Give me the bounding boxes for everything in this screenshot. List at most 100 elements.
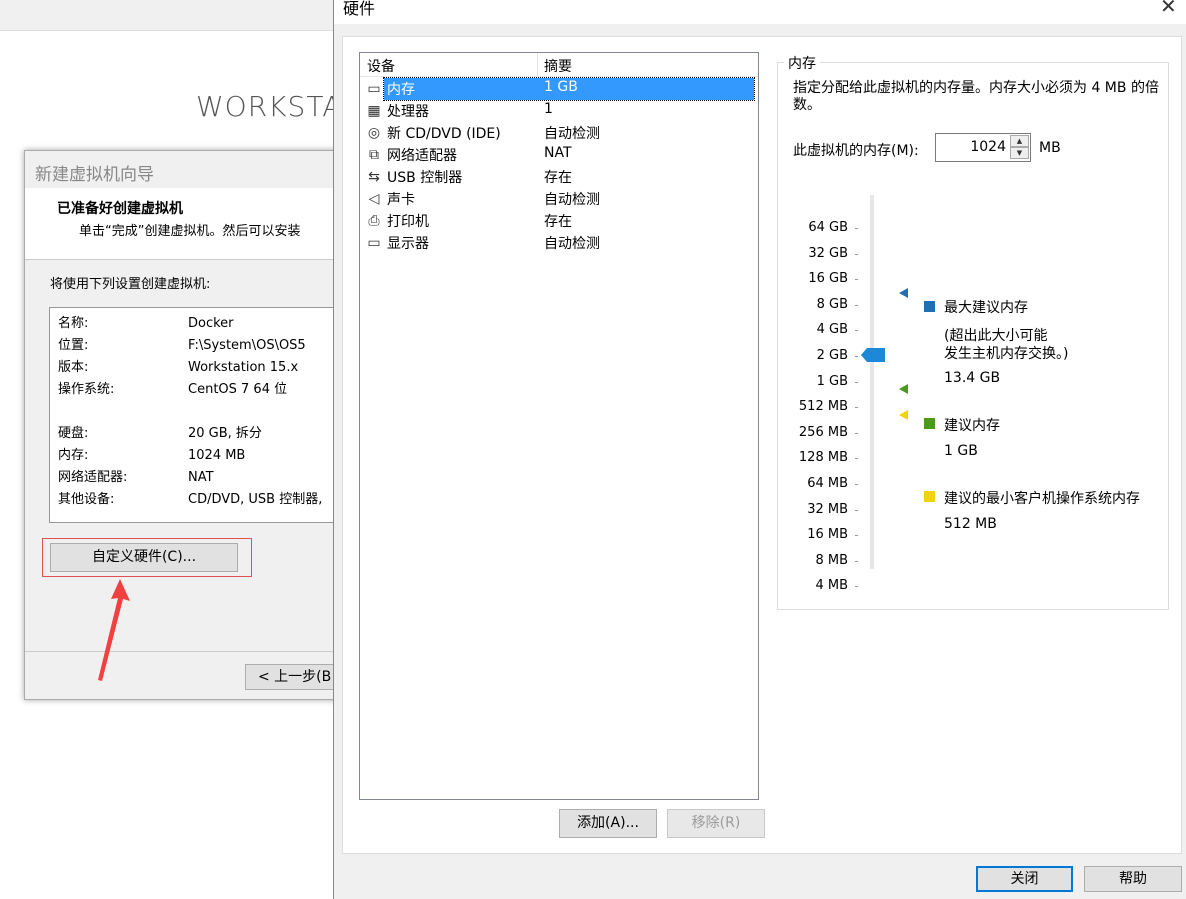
workstation-logo: WORKSTA bbox=[196, 90, 343, 123]
device-name: 声卡 bbox=[387, 192, 415, 208]
hardware-panel: 设备 摘要 ▭ 内存 1 GB ▦ 处理器 1 ◎ 新 CD/DVD (IDE)… bbox=[342, 36, 1182, 854]
device-list[interactable]: 设备 摘要 ▭ 内存 1 GB ▦ 处理器 1 ◎ 新 CD/DVD (IDE)… bbox=[359, 52, 759, 800]
memory-scale-tick bbox=[855, 535, 858, 537]
memory-value-field[interactable]: 1024 bbox=[936, 134, 1008, 161]
device-row-display[interactable]: ▭ 显示器 自动检测 bbox=[362, 232, 756, 254]
summary-row: 硬盘: 20 GB, 拆分 bbox=[58, 422, 262, 441]
device-summary: 自动检测 bbox=[544, 236, 600, 252]
summary-value: 1024 MB bbox=[188, 448, 246, 463]
max-memory-note: 发生主机内存交换。) bbox=[944, 346, 1069, 362]
dialog-title: 硬件 bbox=[343, 0, 376, 18]
summary-value: NAT bbox=[188, 470, 214, 485]
max-memory-marker bbox=[899, 288, 908, 298]
recommended-memory-legend-icon bbox=[924, 418, 935, 429]
memory-scale-tick bbox=[855, 356, 858, 357]
device-name: 内存 bbox=[387, 82, 415, 98]
memory-scale-tick bbox=[855, 279, 858, 281]
column-divider[interactable] bbox=[537, 53, 538, 77]
summary-row: 内存: 1024 MB bbox=[58, 444, 245, 463]
device-summary: 1 bbox=[544, 101, 553, 117]
usb-controller-icon: ⇆ bbox=[368, 169, 380, 185]
max-memory-legend-icon bbox=[924, 301, 935, 312]
memory-scale-tick bbox=[855, 432, 858, 434]
device-row-memory[interactable]: ▭ 内存 1 GB bbox=[362, 77, 756, 101]
memory-input-label: 此虚拟机的内存(M): bbox=[793, 143, 919, 159]
device-row-sound-card[interactable]: ◁ 声卡 自动检测 bbox=[362, 188, 756, 210]
summary-key: 内存: bbox=[58, 448, 89, 463]
summary-key: 网络适配器: bbox=[58, 470, 128, 485]
max-memory-value: 13.4 GB bbox=[944, 370, 1001, 386]
processor-icon: ▦ bbox=[367, 103, 381, 119]
memory-scale-label: 4 MB bbox=[815, 578, 848, 594]
memory-group-label: 内存 bbox=[784, 53, 820, 73]
summary-key: 位置: bbox=[58, 338, 89, 353]
memory-scale-tick bbox=[855, 304, 858, 306]
memory-scale-label: 64 GB bbox=[808, 220, 848, 235]
device-summary: 自动检测 bbox=[544, 126, 600, 142]
max-memory-note: (超出此大小可能 bbox=[944, 328, 1048, 344]
summary-row: 名称: Docker bbox=[58, 312, 234, 331]
device-summary: 存在 bbox=[544, 214, 572, 230]
device-row-processor[interactable]: ▦ 处理器 1 bbox=[362, 100, 756, 122]
summary-value: CentOS 7 64 位 bbox=[188, 382, 288, 397]
device-name: USB 控制器 bbox=[387, 170, 463, 186]
memory-scale-tick bbox=[855, 586, 858, 588]
memory-slider-track[interactable] bbox=[870, 195, 874, 569]
memory-scale-label: 8 MB bbox=[815, 552, 848, 568]
memory-scale-label: 8 GB bbox=[816, 296, 848, 312]
summary-value: Workstation 15.x bbox=[188, 360, 299, 375]
summary-value: Docker bbox=[188, 316, 234, 331]
wizard-divider bbox=[25, 651, 345, 652]
memory-scale-label: 4 GB bbox=[816, 322, 848, 338]
cd-dvd-icon: ◎ bbox=[367, 125, 381, 141]
memory-scale-tick bbox=[855, 330, 858, 332]
summary-key: 其他设备: bbox=[58, 492, 115, 507]
device-summary: 1 GB bbox=[544, 79, 578, 95]
memory-slider-thumb[interactable] bbox=[861, 348, 885, 362]
remove-device-button[interactable]: 移除(R) bbox=[667, 809, 765, 838]
decrement-icon[interactable]: ▼ bbox=[1010, 147, 1029, 159]
memory-scale-label: 2 GB bbox=[816, 348, 848, 363]
summary-key: 名称: bbox=[58, 316, 89, 331]
summary-key: 硬盘: bbox=[58, 426, 89, 441]
memory-stepper[interactable]: ▲ ▼ bbox=[1010, 135, 1029, 160]
memory-settings-group: 内存 指定分配给此虚拟机的内存量。内存大小必须为 4 MB 的倍数。 此虚拟机的… bbox=[777, 53, 1169, 610]
device-list-header: 设备 摘要 bbox=[360, 53, 758, 77]
memory-scale-tick bbox=[855, 560, 858, 562]
memory-scale-tick bbox=[855, 253, 858, 255]
increment-icon[interactable]: ▲ bbox=[1010, 135, 1029, 147]
summary-row: 操作系统: CentOS 7 64 位 bbox=[58, 378, 287, 397]
customize-hardware-button[interactable]: 自定义硬件(C)... bbox=[50, 543, 238, 572]
wizard-intro: 将使用下列设置创建虚拟机: bbox=[50, 277, 211, 292]
memory-icon: ▭ bbox=[367, 81, 381, 97]
memory-scale-label: 256 MB bbox=[798, 424, 848, 440]
memory-unit: MB bbox=[1039, 140, 1061, 156]
device-row-network-adapter[interactable]: ⧉ 网络适配器 NAT bbox=[362, 144, 756, 166]
device-name: 网络适配器 bbox=[387, 148, 457, 164]
add-device-button[interactable]: 添加(A)... bbox=[559, 809, 657, 838]
summary-value: F:\System\OS\OS5 bbox=[188, 338, 306, 353]
summary-row: 网络适配器: NAT bbox=[58, 466, 214, 485]
memory-scale-tick bbox=[855, 381, 858, 383]
device-name: 处理器 bbox=[387, 104, 429, 120]
column-header-summary[interactable]: 摘要 bbox=[544, 56, 572, 76]
help-button[interactable]: 帮助 bbox=[1084, 866, 1182, 892]
close-button[interactable]: 关闭 bbox=[976, 866, 1073, 892]
device-summary: 自动检测 bbox=[544, 192, 600, 208]
close-icon[interactable]: ✕ bbox=[1160, 0, 1177, 18]
minimum-memory-label: 建议的最小客户机操作系统内存 bbox=[944, 491, 1140, 507]
device-row-printer[interactable]: ⎙ 打印机 存在 bbox=[362, 210, 756, 232]
hardware-dialog: 硬件 ✕ 设备 摘要 ▭ 内存 1 GB ▦ 处理器 1 ◎ 新 CD/DVD … bbox=[333, 0, 1186, 899]
max-memory-label: 最大建议内存 bbox=[944, 300, 1028, 316]
memory-spinbox[interactable]: 1024 ▲ ▼ bbox=[935, 133, 1031, 162]
device-row-usb-controller[interactable]: ⇆ USB 控制器 存在 bbox=[362, 166, 756, 188]
device-name: 显示器 bbox=[387, 236, 429, 252]
memory-scale-label: 512 MB bbox=[798, 399, 848, 415]
wizard-title: 新建虚拟机向导 bbox=[35, 165, 154, 185]
device-row-cd-dvd[interactable]: ◎ 新 CD/DVD (IDE) 自动检测 bbox=[362, 122, 756, 144]
wizard-subheading: 单击“完成”创建虚拟机。然后可以安装 bbox=[79, 224, 301, 239]
summary-row: 其他设备: CD/DVD, USB 控制器, bbox=[58, 488, 322, 507]
vm-settings-summary: 名称: Docker 位置: F:\System\OS\OS5 版本: Worksta… bbox=[49, 307, 349, 523]
summary-value: 20 GB, 拆分 bbox=[188, 426, 262, 441]
column-header-device[interactable]: 设备 bbox=[367, 56, 395, 76]
